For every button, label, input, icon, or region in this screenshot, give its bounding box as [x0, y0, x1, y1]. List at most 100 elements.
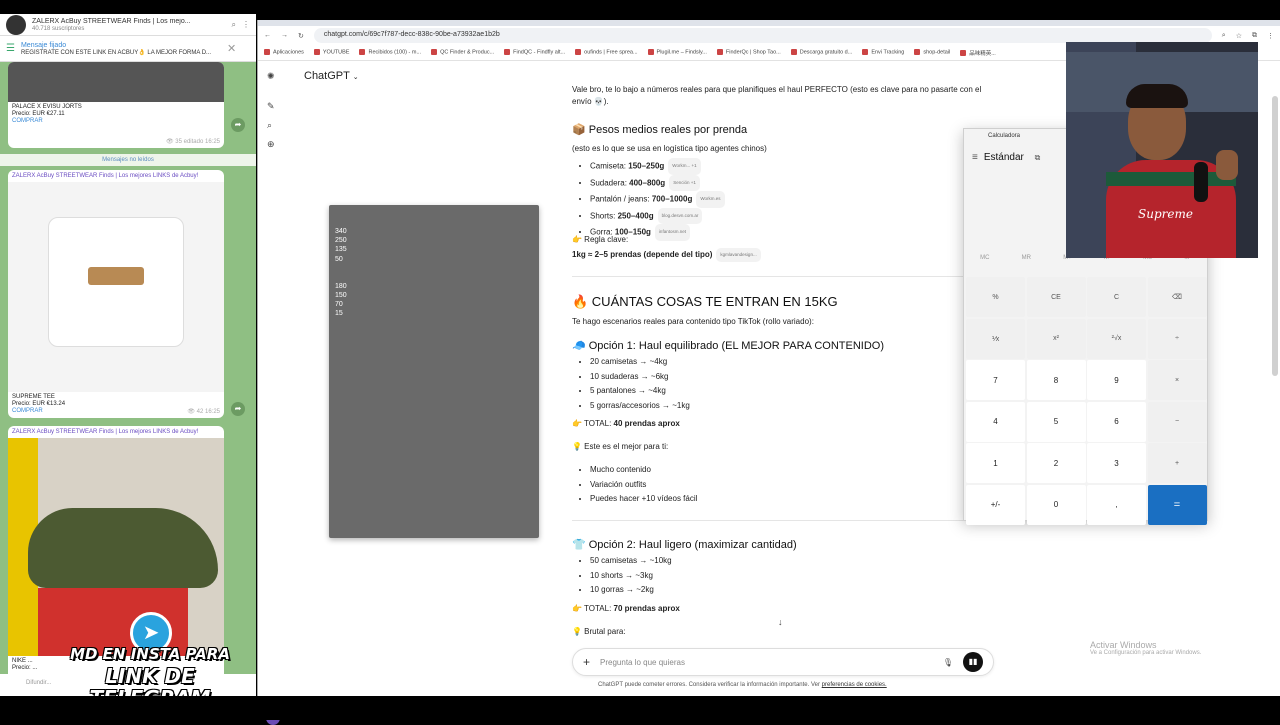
negate-key[interactable]: +/- — [966, 484, 1025, 525]
key-3[interactable]: 3 — [1087, 443, 1146, 483]
percent-key[interactable]: % — [966, 277, 1025, 317]
reciprocal-key[interactable]: ⅟x — [966, 318, 1025, 359]
search-icon[interactable]: ⌕ — [232, 20, 236, 30]
menu-icon[interactable]: ⋮ — [1267, 32, 1274, 40]
bottom-black-bar — [0, 696, 1280, 720]
key-8[interactable]: 8 — [1026, 360, 1086, 400]
divider — [572, 520, 992, 521]
bookmark[interactable]: QC Finder & Produc... — [431, 49, 494, 56]
tshirt-print — [88, 267, 144, 285]
option2-brutal: 💡 Brutal para: — [572, 627, 626, 636]
model-selector[interactable]: ChatGPT ⌄ — [304, 70, 359, 82]
openai-logo-icon[interactable]: ✺ — [267, 71, 275, 82]
list-item: 5 gorras/accesorios → ~1kg — [590, 399, 690, 414]
list-item: 10 gorras → ~2kg — [590, 583, 672, 598]
clear-key[interactable]: C — [1087, 277, 1146, 317]
zoom-icon[interactable]: ⌕ — [1222, 32, 1226, 40]
source-tag[interactable]: kgmlavandesign... — [716, 248, 761, 262]
voice-mode-button[interactable]: ▮▮ — [963, 652, 983, 672]
extensions-icon[interactable]: ⧉ — [1252, 32, 1257, 40]
back-icon[interactable]: ← — [264, 32, 271, 39]
bookmark[interactable]: FindQC - Findfly alt... — [504, 49, 565, 56]
key-5[interactable]: 5 — [1026, 401, 1086, 442]
list-item: 20 camisetas → ~4kg — [590, 355, 690, 370]
memory-button[interactable]: MC — [980, 255, 989, 261]
memory-button[interactable]: MR — [1022, 255, 1031, 261]
promo-line1: MD EN INSTA PARA — [70, 645, 230, 663]
post-palace[interactable]: PALACE X EVISU JORTS Precio: EUR €27.11 … — [8, 62, 224, 148]
webcam-overlay: Supreme — [1066, 42, 1258, 258]
source-tag[interactable]: Workm... +1 — [668, 158, 701, 175]
url-input[interactable]: chatgpt.com/c/69c7f787-decc-838c-90be-a7… — [313, 28, 1212, 43]
divide-key[interactable]: ÷ — [1147, 318, 1207, 359]
bookmark[interactable]: FinderQc | Shop Tao... — [717, 49, 781, 56]
minus-key[interactable]: − — [1147, 401, 1207, 442]
option1-list: 20 camisetas → ~4kg 10 sudaderas → ~6kg … — [590, 355, 690, 413]
close-icon[interactable]: ✕ — [227, 42, 236, 55]
bookmark[interactable]: YOUTUBE — [314, 49, 350, 56]
source-tag[interactable]: Sención +1 — [669, 174, 700, 191]
list-item: Sudadera: 400–800gSención +1 — [590, 174, 725, 191]
cookie-prefs-link[interactable]: preferencias de cookies. — [822, 682, 887, 688]
bookmark[interactable]: oufinds | Free sprea... — [575, 49, 637, 56]
channel-avatar[interactable] — [6, 14, 26, 35]
bookmark[interactable]: 品味精英... — [960, 49, 996, 57]
key-7[interactable]: 7 — [966, 360, 1025, 400]
buy-link[interactable]: COMPRAR — [12, 118, 220, 125]
count-note: Te hago escenarios reales para contenido… — [572, 317, 814, 326]
share-icon[interactable]: ➦ — [231, 402, 245, 416]
bookmark[interactable]: Aplicaciones — [264, 49, 304, 56]
plus-key[interactable]: + — [1147, 443, 1207, 483]
post-meta: 👁 42 16:25 — [187, 409, 220, 415]
bookmark[interactable]: Envi Tracking — [862, 49, 904, 56]
bookmark[interactable]: Plugil.me – Findsly... — [648, 49, 707, 56]
new-chat-icon[interactable]: ✎ — [267, 101, 275, 112]
bookmark[interactable]: Descarga gratuito d... — [791, 49, 853, 56]
post-name: SUPREME TEE — [12, 394, 55, 400]
source-tag[interactable]: blog.desvn.com.ar — [657, 207, 703, 224]
forward-icon[interactable]: → — [281, 32, 288, 39]
keep-on-top-icon[interactable]: ⧉ — [1035, 153, 1041, 162]
decimal-key[interactable]: , — [1087, 484, 1146, 525]
post-source[interactable]: ZALERX AcBuy STREETWEAR Finds | Los mejo… — [8, 426, 224, 438]
bookmark[interactable]: Recibidos (100) - m... — [359, 49, 421, 56]
more-icon[interactable]: ⋮ — [242, 20, 250, 29]
list-item: Puedes hacer +10 vídeos fácil — [590, 492, 697, 507]
square-key[interactable]: x² — [1026, 318, 1086, 359]
note-number: 250 — [335, 237, 347, 245]
post-meta: 👁 35 editado 16:25 — [166, 139, 220, 145]
multiply-key[interactable]: × — [1147, 360, 1207, 400]
key-2[interactable]: 2 — [1026, 443, 1086, 483]
post-image — [8, 62, 224, 102]
rule-text: 1kg ≈ 2–5 prendas (depende del tipo) — [572, 250, 713, 260]
list-item: Mucho contenido — [590, 463, 697, 478]
channel-header[interactable]: ZALERX AcBuy STREETWEAR Finds | Los mejo… — [0, 14, 256, 36]
post-supreme[interactable]: ZALERX AcBuy STREETWEAR Finds | Los mejo… — [8, 170, 224, 418]
source-tag[interactable]: Workm.es — [696, 191, 725, 208]
share-icon[interactable]: ➦ — [231, 118, 245, 132]
scrollbar[interactable] — [1272, 96, 1278, 376]
search-icon[interactable]: ⌕ — [267, 120, 272, 131]
backspace-key[interactable]: ⌫ — [1147, 277, 1207, 317]
key-6[interactable]: 6 — [1087, 401, 1146, 442]
equals-key[interactable]: = — [1147, 484, 1207, 525]
reload-icon[interactable]: ↻ — [298, 32, 304, 40]
pinned-message[interactable]: ☰ Mensaje fijado REGÍSTRATE CON ESTE LIN… — [0, 36, 256, 62]
scroll-down-icon[interactable]: ↓ — [778, 617, 783, 627]
pinned-label: Mensaje fijado — [20, 41, 67, 49]
mic-icon[interactable]: 🎙 — [943, 658, 953, 667]
prompt-input[interactable]: + Pregunta lo que quieras 🎙 ▮▮ — [572, 648, 994, 676]
key-4[interactable]: 4 — [966, 401, 1025, 442]
post-source[interactable]: ZALERX AcBuy STREETWEAR Finds | Los mejo… — [8, 170, 224, 182]
key-0[interactable]: 0 — [1026, 484, 1086, 525]
bookmark[interactable]: shop-detail — [914, 49, 950, 56]
key-1[interactable]: 1 — [966, 443, 1025, 483]
plus-icon[interactable]: + — [583, 655, 590, 669]
library-icon[interactable]: ⊕ — [267, 139, 275, 150]
hamburger-icon[interactable]: ≡ — [972, 152, 978, 163]
calculator-mode[interactable]: ≡ Estándar ⧉ — [972, 152, 1040, 163]
key-9[interactable]: 9 — [1087, 360, 1146, 400]
clear-entry-key[interactable]: CE — [1026, 277, 1086, 317]
sqrt-key[interactable]: ²√x — [1087, 318, 1146, 359]
star-icon[interactable]: ☆ — [1236, 32, 1242, 40]
